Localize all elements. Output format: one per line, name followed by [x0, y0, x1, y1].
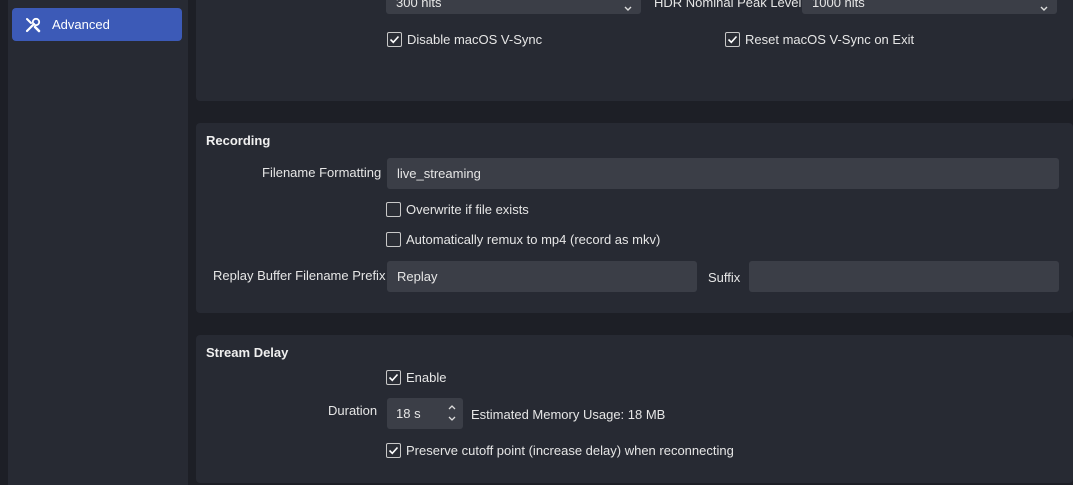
- hdr-peak-level-label: HDR Nominal Peak Level: [654, 0, 802, 10]
- hdr-peak-level-select[interactable]: 1000 nits: [802, 0, 1057, 14]
- overwrite-label: Overwrite if file exists: [406, 202, 529, 217]
- duration-spinbox[interactable]: 18 s: [387, 398, 463, 429]
- replay-prefix-label: Replay Buffer Filename Prefix: [213, 268, 386, 283]
- remux-label: Automatically remux to mp4 (record as mk…: [406, 232, 661, 247]
- checkbox-box[interactable]: [386, 370, 401, 385]
- replay-prefix-input[interactable]: Replay: [387, 261, 697, 292]
- settings-category-list: Advanced: [8, 0, 188, 485]
- settings-content: 300 nits HDR Nominal Peak Level 1000 nit…: [188, 0, 1073, 485]
- sidebar: Advanced: [0, 0, 188, 485]
- recording-group: Recording Filename Formatting live_strea…: [196, 123, 1073, 313]
- checkbox-box[interactable]: [725, 32, 740, 47]
- stream-delay-title: Stream Delay: [206, 345, 289, 360]
- enable-delay-checkbox[interactable]: Enable: [386, 370, 446, 385]
- sidebar-item-label: Advanced: [52, 17, 110, 32]
- checkbox-box[interactable]: [386, 232, 401, 247]
- checkbox-box[interactable]: [387, 32, 402, 47]
- video-group: 300 nits HDR Nominal Peak Level 1000 nit…: [196, 0, 1073, 101]
- remux-checkbox[interactable]: Automatically remux to mp4 (record as mk…: [386, 232, 660, 247]
- checkbox-box[interactable]: [386, 202, 401, 217]
- duration-value: 18 s: [396, 406, 421, 421]
- hdr-peak-level-value: 1000 nits: [812, 0, 865, 10]
- stepper-arrows-icon[interactable]: [447, 402, 457, 424]
- duration-label: Duration: [328, 403, 378, 418]
- checkmark-icon: [388, 446, 399, 455]
- chevron-down-icon: [624, 6, 632, 11]
- overwrite-checkbox[interactable]: Overwrite if file exists: [386, 202, 529, 217]
- sdr-white-level-select[interactable]: 300 nits: [386, 0, 641, 14]
- reset-vsync-label: Reset macOS V-Sync on Exit: [745, 32, 915, 47]
- filename-formatting-label: Filename Formatting: [262, 165, 382, 180]
- recording-title: Recording: [206, 133, 271, 148]
- filename-formatting-input[interactable]: live_streaming: [387, 158, 1059, 189]
- checkmark-icon: [388, 373, 399, 382]
- disable-vsync-label: Disable macOS V-Sync: [407, 32, 543, 47]
- preserve-cutoff-checkbox[interactable]: Preserve cutoff point (increase delay) w…: [386, 443, 734, 458]
- suffix-input[interactable]: [749, 261, 1059, 292]
- filename-formatting-value: live_streaming: [397, 166, 481, 181]
- preserve-cutoff-label: Preserve cutoff point (increase delay) w…: [406, 443, 734, 458]
- tools-icon: [24, 16, 42, 34]
- checkmark-icon: [389, 35, 400, 44]
- suffix-label: Suffix: [708, 270, 741, 285]
- replay-prefix-value: Replay: [397, 269, 438, 284]
- reset-vsync-checkbox[interactable]: Reset macOS V-Sync on Exit: [725, 32, 914, 47]
- stream-delay-group: Stream Delay Enable Duration 18 s Estima…: [196, 335, 1073, 483]
- checkbox-box[interactable]: [386, 443, 401, 458]
- memory-usage-text: Estimated Memory Usage: 18 MB: [471, 407, 666, 422]
- enable-delay-label: Enable: [406, 370, 447, 385]
- chevron-down-icon: [1040, 6, 1048, 11]
- disable-vsync-checkbox[interactable]: Disable macOS V-Sync: [387, 32, 542, 47]
- checkmark-icon: [727, 35, 738, 44]
- sidebar-item-advanced[interactable]: Advanced: [12, 8, 182, 41]
- sdr-white-level-value: 300 nits: [396, 0, 442, 10]
